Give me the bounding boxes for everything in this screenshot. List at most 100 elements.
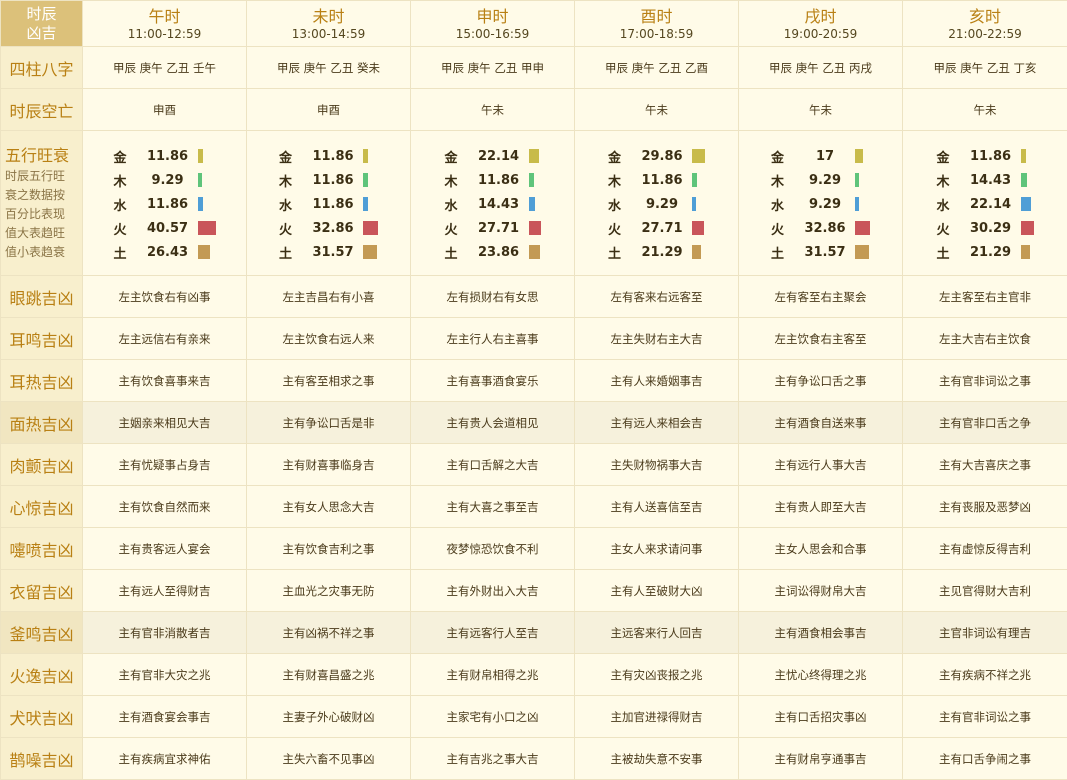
element-bar <box>692 197 696 211</box>
wuxing-row: 木9.29 <box>771 168 870 192</box>
wuxing-row: 水14.43 <box>445 192 541 216</box>
wuxing-row: 土26.43 <box>114 240 216 264</box>
omen-cell: 主有疾病不祥之兆 <box>903 654 1067 696</box>
wuxing-list: 金11.86木9.29水11.86火40.57土26.43 <box>114 142 216 264</box>
omen-cell: 主有酒食宴会事吉 <box>83 696 247 738</box>
omen-label: 衣留吉凶 <box>1 570 83 612</box>
element-bar <box>1021 149 1026 163</box>
element-value: 11.86 <box>303 149 363 164</box>
omen-cell: 主妻子外心破财凶 <box>247 696 411 738</box>
wuxing-row: 木9.29 <box>114 168 216 192</box>
omen-cell: 主有忧疑事占身吉 <box>83 444 247 486</box>
omen-cell: 主有大吉喜庆之事 <box>903 444 1067 486</box>
element-value: 11.86 <box>303 197 363 212</box>
wuxing-row: 土31.57 <box>771 240 870 264</box>
omen-row: 心惊吉凶主有饮食自然而来主有女人思念大吉主有大喜之事至吉主有人送喜信至吉主有贵人… <box>1 486 1067 528</box>
element-name: 木 <box>114 171 138 190</box>
element-value: 11.86 <box>138 149 198 164</box>
omen-cell: 主家宅有小口之凶 <box>411 696 575 738</box>
wuxing-cell-3: 金29.86木11.86水9.29火27.71土21.29 <box>575 131 739 276</box>
wuxing-row: 金11.86 <box>114 144 216 168</box>
kongwang-cell: 午未 <box>575 89 739 131</box>
bazi-cell: 甲辰 庚午 乙丑 癸未 <box>247 47 411 89</box>
element-value: 17 <box>795 149 855 164</box>
wuxing-desc-5: 值小表趋衰 <box>5 243 82 262</box>
omen-cell: 左主饮食右远人来 <box>247 318 411 360</box>
element-name: 土 <box>279 243 303 262</box>
wuxing-cell-5: 金11.86木14.43水22.14火30.29土21.29 <box>903 131 1067 276</box>
omen-cell: 主有财喜昌盛之兆 <box>247 654 411 696</box>
column-time: 19:00-20:59 <box>739 27 902 41</box>
element-name: 金 <box>608 147 632 166</box>
element-name: 金 <box>771 147 795 166</box>
wuxing-row: 金29.86 <box>608 144 705 168</box>
element-value: 11.86 <box>303 173 363 188</box>
column-name: 午时 <box>83 7 246 27</box>
omen-cell: 主失六畜不见事凶 <box>247 738 411 780</box>
element-bar <box>363 173 368 187</box>
wuxing-desc-2: 衰之数据按 <box>5 186 82 205</box>
omen-cell: 主有争讼口舌是非 <box>247 402 411 444</box>
wuxing-row: 金11.86 <box>279 144 378 168</box>
element-name: 火 <box>445 219 469 238</box>
omen-cell: 主有口舌争闹之事 <box>903 738 1067 780</box>
element-value: 22.14 <box>469 149 529 164</box>
bazi-cell: 甲辰 庚午 乙丑 壬午 <box>83 47 247 89</box>
omen-cell: 左主大吉右主饮食 <box>903 318 1067 360</box>
wuxing-desc-1: 时辰五行旺 <box>5 167 82 186</box>
bazi-cell: 甲辰 庚午 乙丑 丙戌 <box>739 47 903 89</box>
element-bar <box>855 245 869 259</box>
omen-cell: 主有远客行人至吉 <box>411 612 575 654</box>
column-time: 11:00-12:59 <box>83 27 246 41</box>
omen-cell: 主有饮食喜事来吉 <box>83 360 247 402</box>
omen-row: 耳鸣吉凶左主远信右有亲来左主饮食右远人来左主行人右主喜事左主失财右主大吉左主饮食… <box>1 318 1067 360</box>
omen-cell: 主有贵客远人宴会 <box>83 528 247 570</box>
omen-cell: 主有酒食相会事吉 <box>739 612 903 654</box>
wuxing-row: 火30.29 <box>937 216 1034 240</box>
wuxing-row: 木14.43 <box>937 168 1034 192</box>
element-bar <box>363 197 368 211</box>
wuxing-row: 水9.29 <box>771 192 870 216</box>
omen-label: 眼跳吉凶 <box>1 276 83 318</box>
omen-label: 肉颤吉凶 <box>1 444 83 486</box>
omen-cell: 主有官非大灾之兆 <box>83 654 247 696</box>
omen-cell: 夜梦惊恐饮食不利 <box>411 528 575 570</box>
omen-cell: 主失财物祸事大吉 <box>575 444 739 486</box>
omen-cell: 主有官非口舌之争 <box>903 402 1067 444</box>
omen-cell: 主女人思会和合事 <box>739 528 903 570</box>
wuxing-row: 木11.86 <box>279 168 378 192</box>
wuxing-row: 木11.86 <box>445 168 541 192</box>
element-name: 火 <box>114 219 138 238</box>
wuxing-desc-4: 值大表趋旺 <box>5 224 82 243</box>
element-bar <box>363 245 377 259</box>
wuxing-cell-4: 金17木9.29水9.29火32.86土31.57 <box>739 131 903 276</box>
element-bar <box>692 149 705 163</box>
wuxing-row: 水11.86 <box>114 192 216 216</box>
element-value: 9.29 <box>795 197 855 212</box>
omen-cell: 主有人送喜信至吉 <box>575 486 739 528</box>
omen-cell: 主官非词讼有理吉 <box>903 612 1067 654</box>
element-bar <box>529 149 539 163</box>
element-value: 14.43 <box>469 197 529 212</box>
element-name: 火 <box>279 219 303 238</box>
element-bar <box>198 149 203 163</box>
element-value: 29.86 <box>632 149 692 164</box>
omen-cell: 主有灾凶丧报之兆 <box>575 654 739 696</box>
element-value: 9.29 <box>632 197 692 212</box>
wuxing-row: 五行旺衰 时辰五行旺 衰之数据按 百分比表现 值大表趋旺 值小表趋衰 金11.8… <box>1 131 1067 276</box>
wuxing-row: 水22.14 <box>937 192 1034 216</box>
element-value: 9.29 <box>795 173 855 188</box>
element-name: 土 <box>937 243 961 262</box>
omen-cell: 主有饮食吉利之事 <box>247 528 411 570</box>
omen-row: 衣留吉凶主有远人至得财吉主血光之灾事无防主有外财出入大吉主有人至破财大凶主词讼得… <box>1 570 1067 612</box>
element-name: 水 <box>445 195 469 214</box>
omen-cell: 主有远人来相会吉 <box>575 402 739 444</box>
element-name: 木 <box>608 171 632 190</box>
omen-cell: 主有女人思念大吉 <box>247 486 411 528</box>
element-name: 火 <box>937 219 961 238</box>
element-bar <box>198 245 210 259</box>
omen-cell: 主有远人至得财吉 <box>83 570 247 612</box>
column-name: 未时 <box>247 7 410 27</box>
column-time: 15:00-16:59 <box>411 27 574 41</box>
omen-cell: 主有口舌招灾事凶 <box>739 696 903 738</box>
